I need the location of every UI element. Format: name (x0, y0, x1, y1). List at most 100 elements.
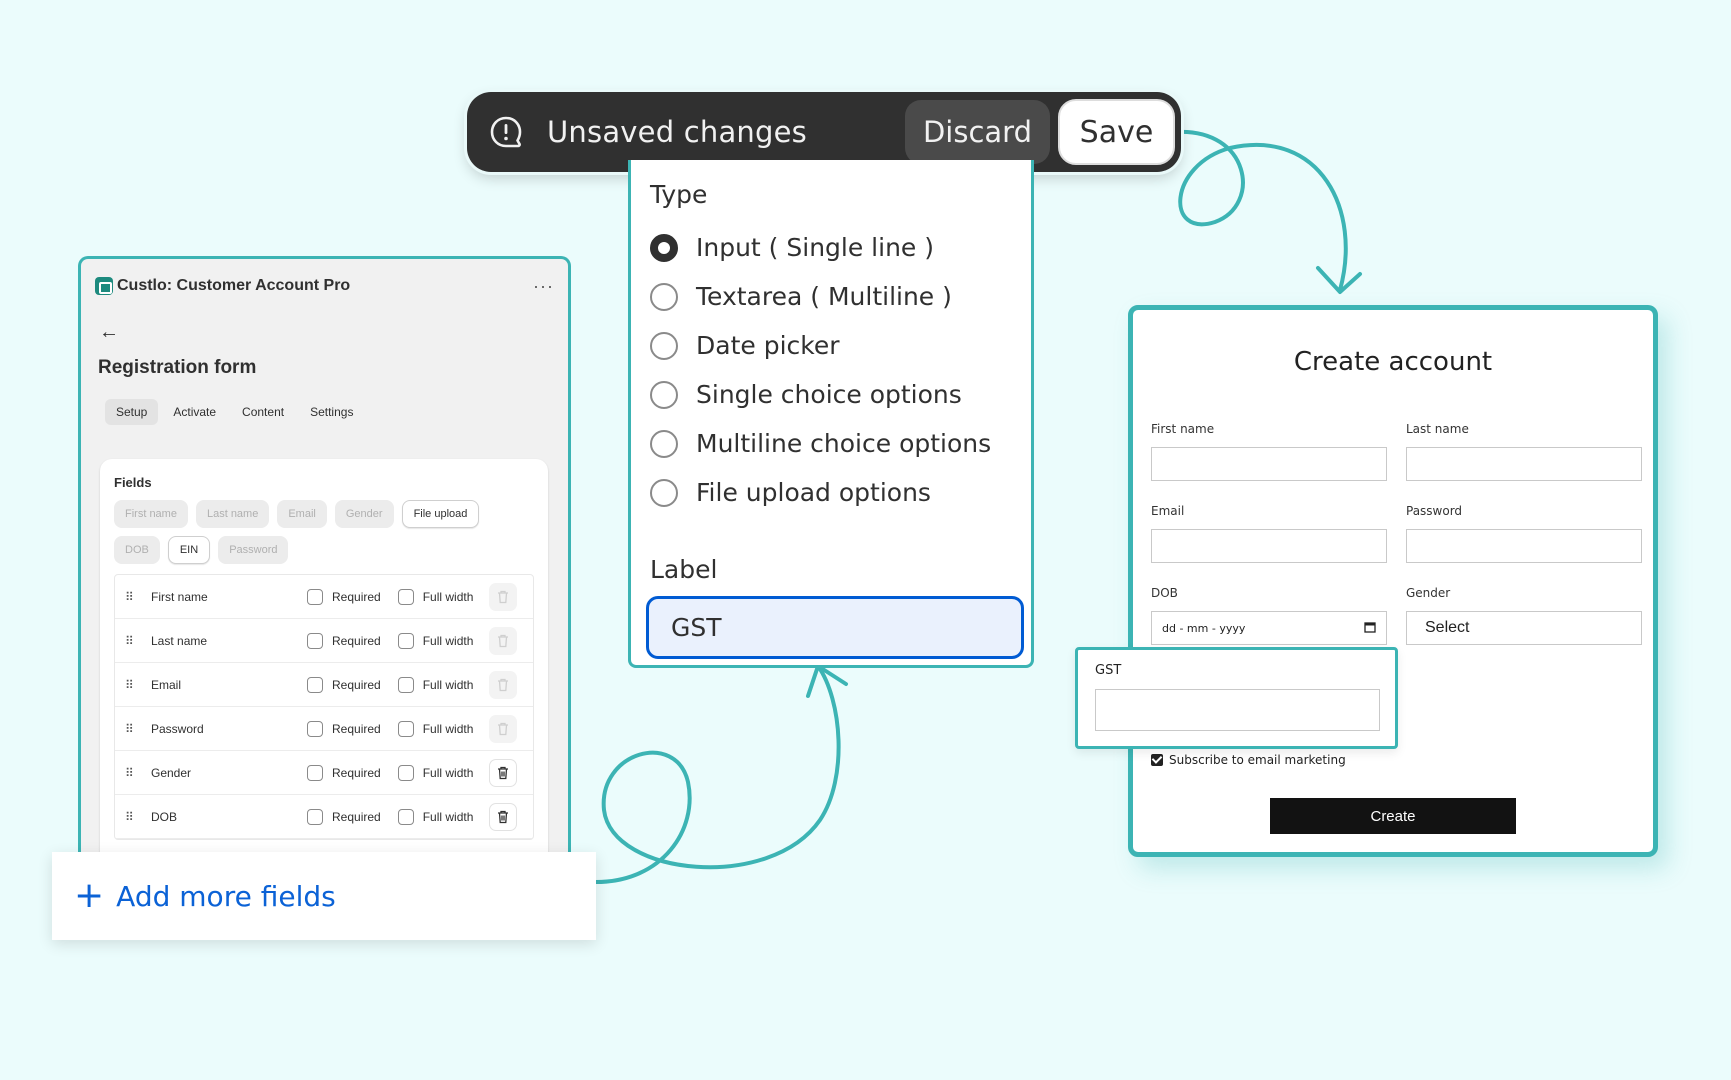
tab-activate[interactable]: Activate (162, 399, 227, 425)
radio-button[interactable] (650, 380, 678, 409)
email-field[interactable] (1151, 529, 1387, 563)
more-actions-icon[interactable]: ··· (533, 276, 554, 297)
field-name: Email (151, 677, 182, 692)
fields-card-title: Fields (114, 475, 152, 490)
full-width-label: Full width (422, 589, 474, 604)
gender-label: Gender (1406, 586, 1451, 600)
type-option-input[interactable]: Input ( Single line ) (650, 223, 1013, 272)
required-checkbox[interactable] (307, 764, 323, 781)
label-input[interactable] (646, 596, 1024, 659)
tab-bar: Setup Activate Content Settings (105, 399, 568, 425)
subscribe-checkbox[interactable] (1151, 754, 1163, 766)
chip-dob[interactable]: DOB (114, 536, 160, 564)
radio-button[interactable] (650, 282, 678, 311)
dob-date-field[interactable]: dd - mm - yyyy (1151, 611, 1387, 645)
table-row: ⠿ Password Required Full width (115, 707, 533, 751)
type-section-title: Type (650, 180, 708, 209)
drag-handle-icon[interactable]: ⠿ (125, 678, 135, 692)
password-field[interactable] (1406, 529, 1642, 563)
dob-label: DOB (1151, 586, 1178, 600)
chip-password[interactable]: Password (218, 536, 289, 564)
save-button[interactable]: Save (1058, 99, 1175, 165)
type-option-textarea[interactable]: Textarea ( Multiline ) (650, 272, 1013, 321)
alert-icon (489, 115, 523, 149)
create-button[interactable]: Create (1270, 798, 1516, 834)
table-row: ⠿ Email Required Full width (115, 663, 533, 707)
required-checkbox[interactable] (307, 808, 323, 825)
required-checkbox[interactable] (307, 588, 323, 605)
full-width-label: Full width (422, 721, 474, 736)
chip-file-upload[interactable]: File upload (401, 500, 480, 528)
chip-gender[interactable]: Gender (334, 500, 394, 528)
full-width-checkbox[interactable] (397, 632, 414, 649)
tab-setup[interactable]: Setup (105, 399, 159, 425)
field-list: ⠿ First name Required Full width ⠿ Last … (114, 574, 534, 840)
app-admin-panel: Custlo: Customer Account Pro ··· ← Regis… (78, 256, 571, 856)
gst-input[interactable] (1095, 689, 1380, 731)
required-checkbox[interactable] (307, 676, 323, 693)
chip-email[interactable]: Email (277, 500, 327, 528)
drag-handle-icon[interactable]: ⠿ (125, 810, 135, 824)
calendar-icon[interactable] (1364, 621, 1376, 636)
tab-content[interactable]: Content (231, 399, 295, 425)
add-more-fields-button[interactable]: + Add more fields (52, 852, 596, 940)
full-width-checkbox[interactable] (397, 588, 414, 605)
required-label: Required (332, 589, 381, 604)
discard-button[interactable]: Discard (904, 100, 1050, 164)
drag-handle-icon[interactable]: ⠿ (125, 722, 135, 736)
trash-icon[interactable] (489, 758, 518, 787)
required-checkbox[interactable] (307, 632, 323, 649)
chip-ein[interactable]: EIN (167, 536, 211, 564)
required-label: Required (332, 809, 381, 824)
chip-first-name[interactable]: First name (114, 500, 188, 528)
trash-icon[interactable] (489, 802, 518, 831)
first-name-field[interactable] (1151, 447, 1387, 481)
type-option-date-picker[interactable]: Date picker (650, 321, 1013, 370)
app-logo-icon (95, 277, 113, 295)
first-name-label: First name (1151, 422, 1215, 436)
radio-button[interactable] (650, 331, 678, 360)
type-option-file-upload[interactable]: File upload options (650, 468, 1013, 517)
type-option-label: Date picker (696, 331, 840, 360)
full-width-label: Full width (422, 677, 474, 692)
table-row: ⠿ Last name Required Full width (115, 619, 533, 663)
chip-last-name[interactable]: Last name (195, 500, 270, 528)
table-row: ⠿ Gender Required Full width (115, 751, 533, 795)
full-width-checkbox[interactable] (397, 764, 414, 781)
dob-placeholder: dd - mm - yyyy (1162, 621, 1246, 635)
password-label: Password (1406, 504, 1463, 518)
unsaved-changes-title: Unsaved changes (547, 115, 807, 149)
field-type-panel: Type Input ( Single line ) Textarea ( Mu… (628, 160, 1034, 668)
field-name: Gender (151, 765, 192, 780)
field-name: Last name (151, 633, 208, 648)
full-width-checkbox[interactable] (397, 720, 414, 737)
drag-handle-icon[interactable]: ⠿ (125, 766, 135, 780)
drag-handle-icon[interactable]: ⠿ (125, 634, 135, 648)
page-title: Registration form (98, 357, 257, 378)
app-title: Custlo: Customer Account Pro (117, 277, 351, 294)
full-width-checkbox[interactable] (397, 676, 414, 693)
last-name-field[interactable] (1406, 447, 1642, 481)
subscribe-checkbox-row[interactable]: Subscribe to email marketing (1151, 753, 1346, 767)
radio-button[interactable] (650, 429, 678, 458)
required-label: Required (332, 677, 381, 692)
type-radio-group: Input ( Single line ) Textarea ( Multili… (650, 223, 1013, 517)
field-name: First name (151, 589, 208, 604)
table-row: ⠿ First name Required Full width (115, 575, 533, 619)
trash-icon (489, 582, 518, 611)
subscribe-label: Subscribe to email marketing (1169, 753, 1346, 767)
plus-icon: + (74, 875, 105, 916)
gender-select[interactable]: Select (1406, 611, 1642, 645)
back-arrow-icon[interactable]: ← (99, 321, 568, 343)
required-checkbox[interactable] (307, 720, 323, 737)
full-width-checkbox[interactable] (397, 808, 414, 825)
radio-button[interactable] (650, 478, 678, 507)
type-option-single-choice[interactable]: Single choice options (650, 370, 1013, 419)
create-account-form: Create account First name Last name Emai… (1128, 305, 1658, 857)
fields-card: Fields First name Last name Email Gender… (100, 459, 548, 856)
required-label: Required (332, 721, 381, 736)
tab-settings[interactable]: Settings (299, 399, 364, 425)
radio-button-selected[interactable] (650, 233, 678, 262)
type-option-multiline-choice[interactable]: Multiline choice options (650, 419, 1013, 468)
drag-handle-icon[interactable]: ⠿ (125, 590, 135, 604)
